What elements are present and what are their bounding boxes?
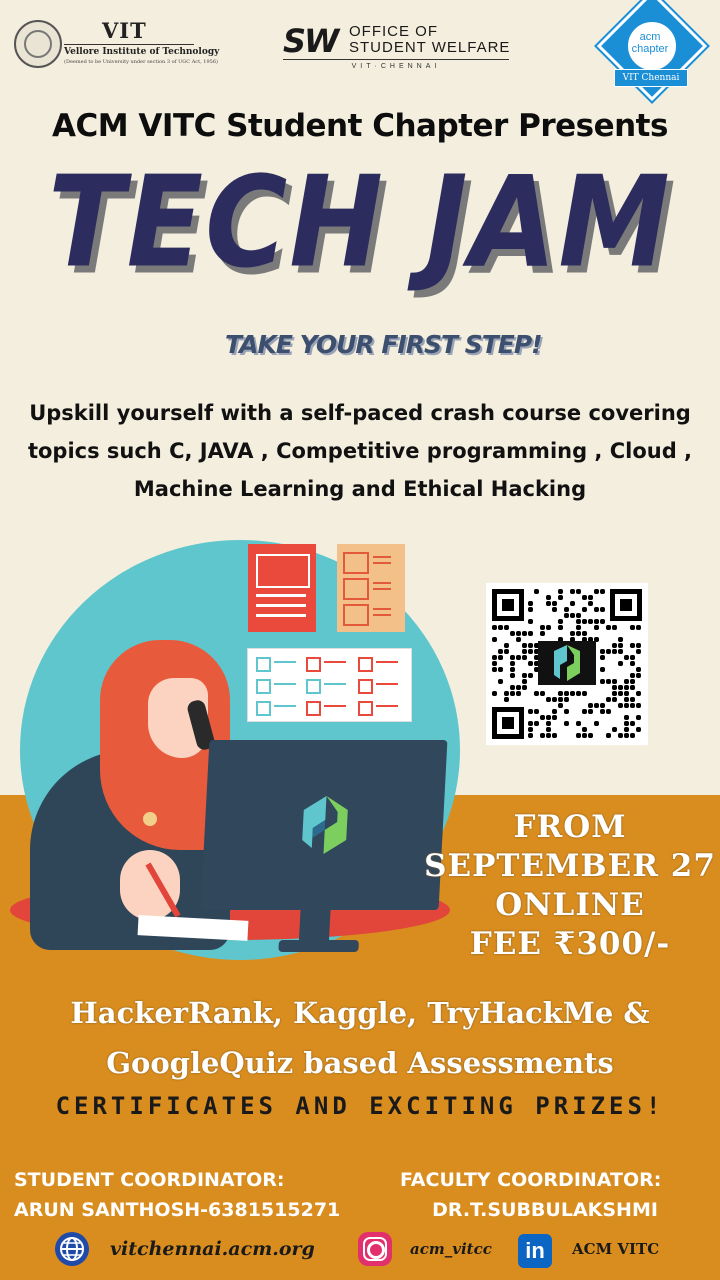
acm-line2: chapter [631,43,669,55]
instagram-icon[interactable] [358,1232,392,1266]
event-description: Upskill yourself with a self-paced crash… [27,401,693,501]
pendant [143,812,157,826]
sw-mark: SW [283,22,339,60]
event-date: SEPTEMBER 27 [424,848,716,884]
computer-monitor [200,740,448,952]
event-poster: VIT Vellore Institute of Technology (Dee… [0,0,720,1280]
app-logo-icon [302,796,348,854]
event-fee: FEE ₹300/- [469,926,671,962]
faculty-coordinator: FACULTY COORDINATOR: DR.T.SUBBULAKSHMI [400,1165,690,1225]
tagline: TAKE YOUR FIRST STEP! [225,330,543,359]
student-coordinator: STUDENT COORDINATOR: ARUN SANTHOSH-63815… [14,1165,340,1225]
assessments-line2: GoogleQuiz based Assessments [106,1046,614,1080]
vit-deemed-text: (Deemed to be University under section 3… [64,59,218,65]
sw-rule [283,59,509,60]
sw-subtitle: VIT·CHENNAI [351,63,441,70]
red-document-icon [248,544,316,632]
linkedin-icon[interactable]: in [518,1234,552,1268]
event-title: TECH JAM [48,150,672,296]
assessments: HackerRank, Kaggle, TryHackMe & GoogleQu… [0,988,720,1088]
registration-qr-code[interactable] [486,583,648,745]
presents-heading: ACM VITC Student Chapter Presents [52,108,668,144]
sw-line2: STUDENT WELFARE [349,39,511,56]
vit-full-name: Vellore Institute of Technology [64,44,219,57]
vit-name: VIT [102,18,147,43]
acm-chapter-badge: acm chapter VIT Chennai [596,0,708,102]
sw-text: OFFICE OF STUDENT WELFARE [349,24,510,56]
instagram-handle[interactable]: acm_vitcc [410,1240,492,1258]
certificates-banner: CERTIFICATES AND EXCITING PRIZES! [55,1092,665,1120]
linkedin-name[interactable]: ACM VITC [572,1240,659,1258]
acm-line1: acm [639,31,661,43]
vit-logo: VIT Vellore Institute of Technology (Dee… [14,18,219,70]
globe-icon[interactable] [55,1232,89,1266]
from-label: FROM [513,809,627,845]
website-link[interactable]: vitchennai.acm.org [110,1238,315,1260]
student-coordinator-name: ARUN SANTHOSH-6381515271 [14,1199,341,1221]
student-coordinator-label: STUDENT COORDINATOR: [14,1169,285,1191]
woman-at-computer-illustration [0,530,470,960]
assessments-line1: HackerRank, Kaggle, TryHackMe & [70,996,650,1030]
event-details: FROM SEPTEMBER 27 ONLINE FEE ₹300/- [420,808,720,964]
vit-seal-icon [14,20,62,68]
student-welfare-logo: SW OFFICE OF STUDENT WELFARE VIT·CHENNAI [283,22,523,74]
faculty-coordinator-name: DR.T.SUBBULAKSHMI [432,1199,658,1221]
form-document-icon [337,544,405,632]
sw-line1: OFFICE OF [349,23,438,40]
acm-ribbon: VIT Chennai [614,69,688,87]
footer-links: vitchennai.acm.org acm_vitcc in ACM VITC [0,1228,720,1268]
faculty-coordinator-label: FACULTY COORDINATOR: [400,1169,662,1191]
event-mode: ONLINE [495,887,645,923]
checklist-icon [247,648,412,722]
